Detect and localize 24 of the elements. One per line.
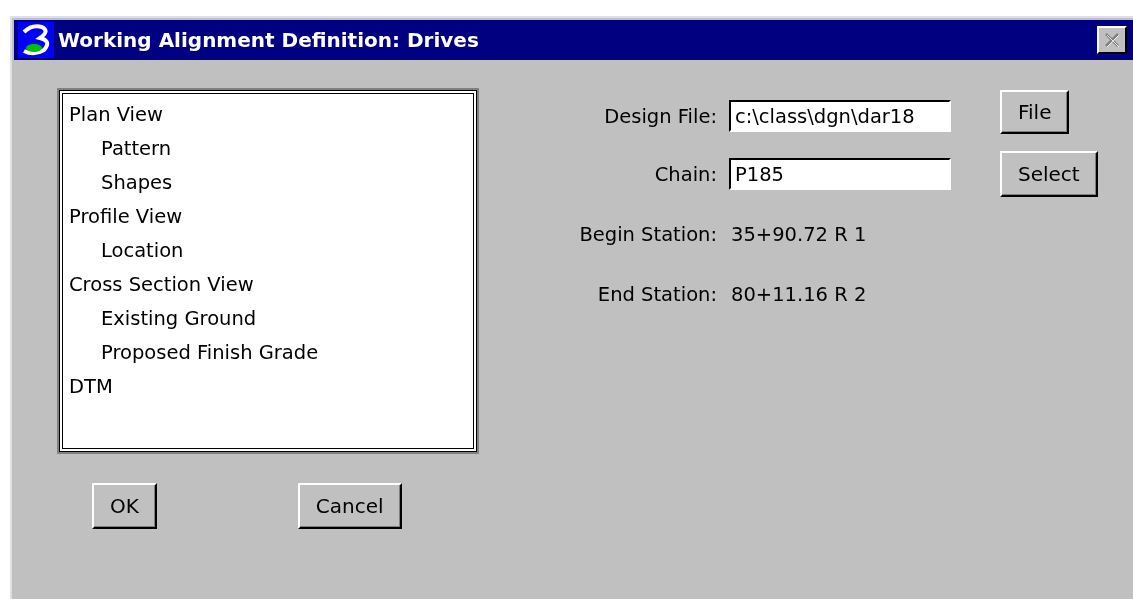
window-title: Working Alignment Definition: Drives [58,28,480,52]
close-icon [1103,31,1121,49]
cancel-button[interactable]: Cancel [297,483,402,529]
tree-item[interactable]: Pattern [101,132,467,166]
ok-button[interactable]: OK [92,483,157,529]
file-button[interactable]: File [1000,90,1070,134]
logo-icon [18,22,54,58]
tree-item[interactable]: Plan View [69,98,467,132]
select-button[interactable]: Select [1000,151,1098,197]
field-label: End Station: [596,282,717,306]
field-value: 35+90.72 R 1 [731,222,867,246]
tree-item[interactable]: Location [101,234,467,268]
field-label: Design File: [603,104,717,128]
tree-item[interactable]: Profile View [69,200,467,234]
field-label: Begin Station: [578,222,717,246]
tree-item[interactable]: DTM [69,370,467,404]
tree-item[interactable]: Proposed Finish Grade [101,336,467,370]
input-field[interactable]: c:\class\dgn\dar18 [729,100,951,132]
input-field[interactable]: P185 [729,158,951,190]
tree-item[interactable]: Shapes [101,166,467,200]
tree-item[interactable]: Cross Section View [69,268,467,302]
tree-item[interactable]: Existing Ground [101,302,467,336]
field-label: Chain: [653,162,717,186]
field-value: 80+11.16 R 2 [731,282,867,306]
